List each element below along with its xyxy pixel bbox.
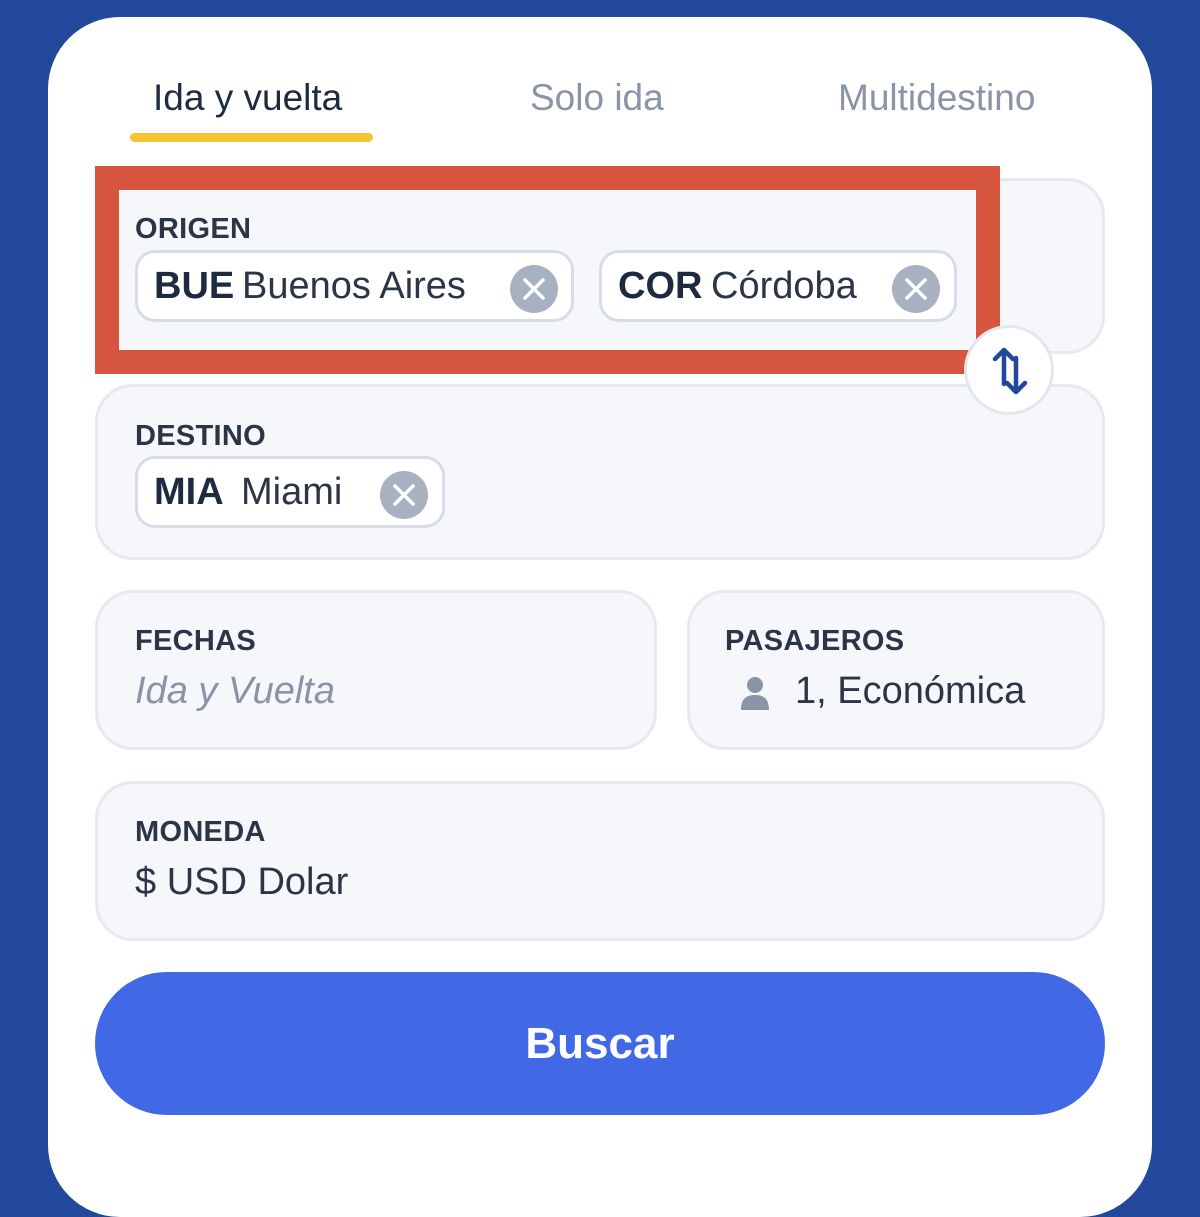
origin-chip-cor[interactable]: COR Córdoba bbox=[599, 250, 957, 322]
passengers-value: 1, Económica bbox=[795, 670, 1026, 712]
tab-round-trip[interactable]: Ida y vuelta bbox=[153, 75, 342, 121]
person-icon bbox=[740, 675, 770, 716]
swap-arrows-icon bbox=[992, 347, 1028, 395]
remove-chip-icon[interactable] bbox=[892, 265, 940, 313]
remove-chip-icon[interactable] bbox=[510, 265, 558, 313]
passengers-label: PASAJEROS bbox=[725, 625, 905, 657]
active-tab-indicator bbox=[130, 133, 373, 142]
origin-chip-city: Buenos Aires bbox=[242, 265, 466, 307]
remove-chip-icon[interactable] bbox=[380, 471, 428, 519]
destination-label: DESTINO bbox=[135, 420, 266, 452]
destination-chip-city: Miami bbox=[241, 471, 343, 513]
swap-button[interactable] bbox=[964, 325, 1054, 415]
destination-chip-code: MIA bbox=[154, 471, 224, 513]
search-button[interactable]: Buscar bbox=[95, 972, 1105, 1115]
tab-one-way[interactable]: Solo ida bbox=[530, 75, 664, 121]
currency-label: MONEDA bbox=[135, 816, 266, 848]
destination-chip-mia[interactable]: MIA Miami bbox=[135, 456, 445, 528]
origin-chip-code: BUE bbox=[154, 265, 235, 307]
dates-label: FECHAS bbox=[135, 625, 257, 657]
origin-chip-city: Córdoba bbox=[711, 265, 857, 307]
origin-label: ORIGEN bbox=[135, 213, 252, 245]
dates-placeholder: Ida y Vuelta bbox=[135, 670, 336, 712]
origin-chip-code: COR bbox=[618, 265, 703, 307]
origin-chip-bue[interactable]: BUE Buenos Aires bbox=[135, 250, 574, 322]
tab-multi-destination[interactable]: Multidestino bbox=[838, 75, 1035, 121]
search-button-label: Buscar bbox=[525, 1018, 675, 1068]
currency-value: $ USD Dolar bbox=[135, 861, 349, 903]
